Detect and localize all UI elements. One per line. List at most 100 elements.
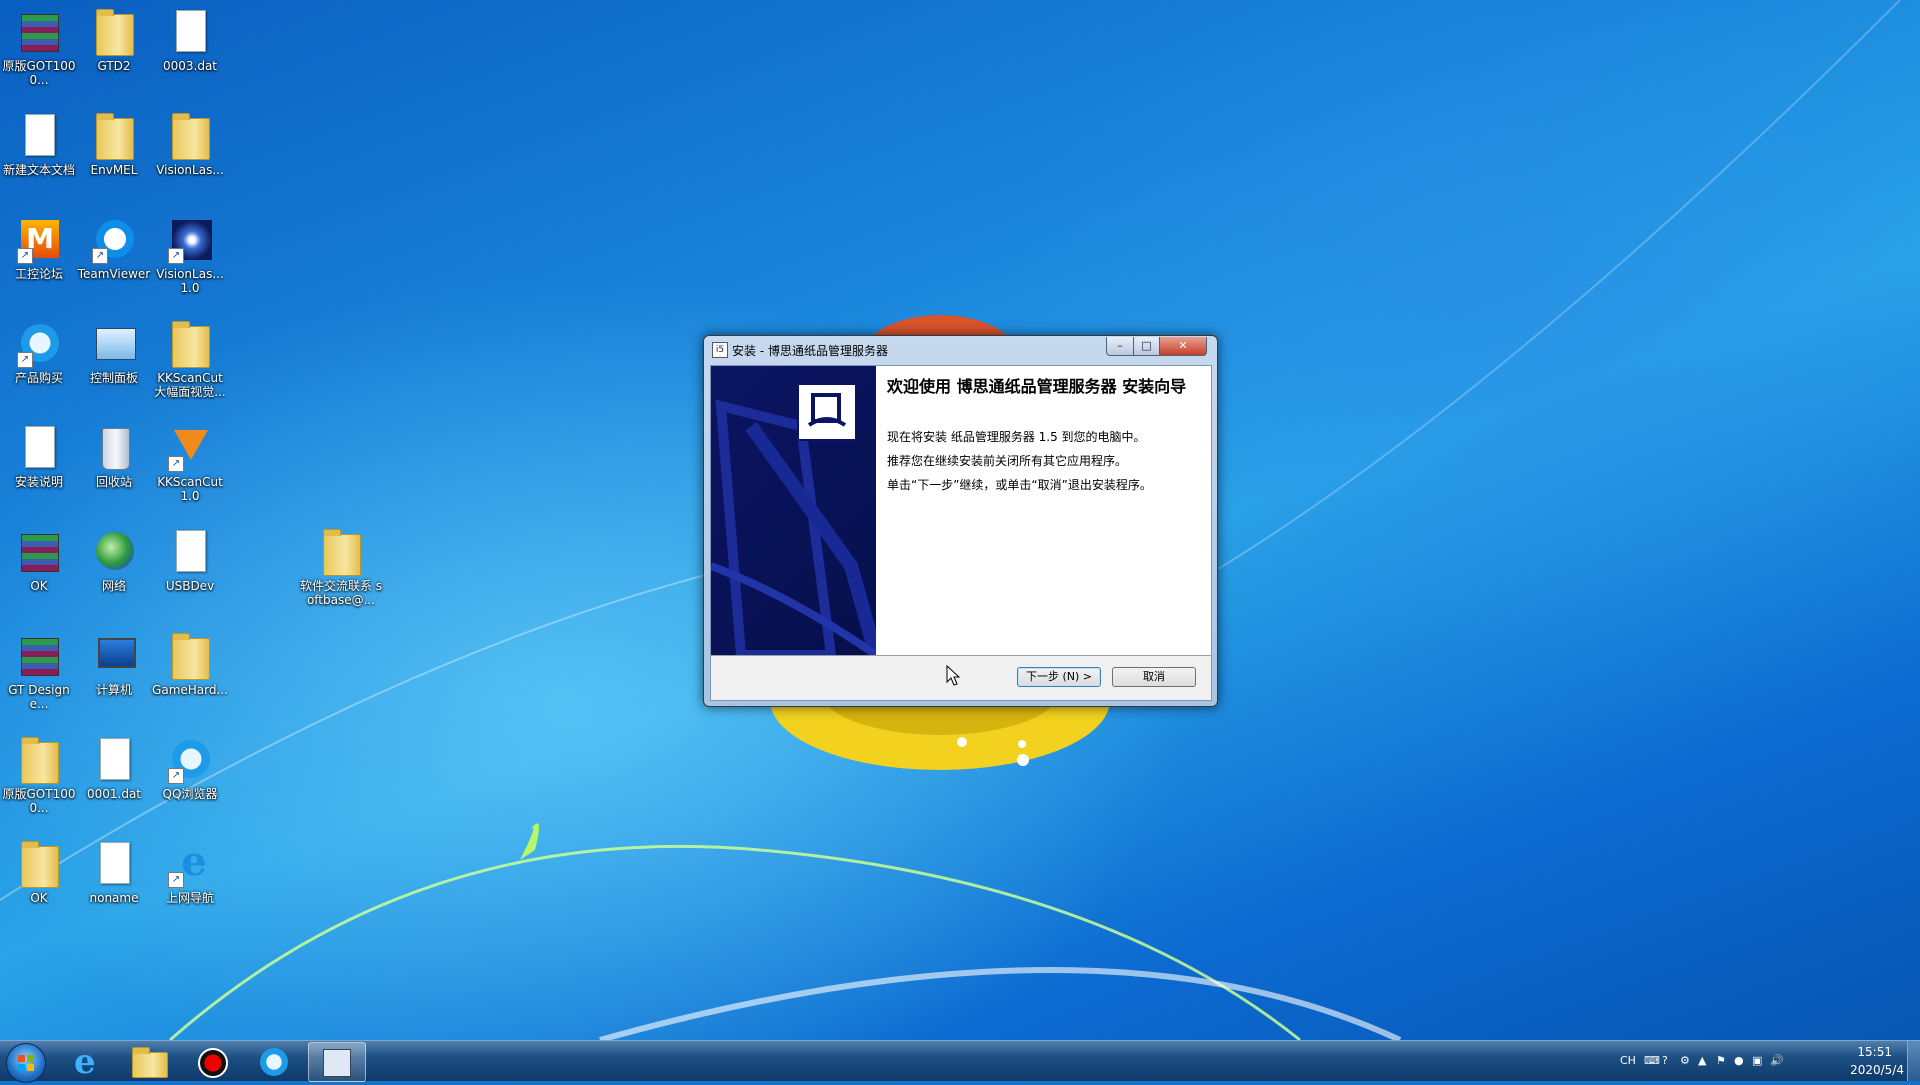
next-or-cancel-hint: 单击“下一步”继续，或单击“取消”退出安装程序。 bbox=[887, 478, 1152, 492]
winrar-archive-icon bbox=[21, 638, 59, 676]
taskbar-setup-wizard[interactable] bbox=[308, 1042, 366, 1082]
desktop-icon-network[interactable]: 网络 bbox=[75, 524, 153, 593]
desktop-icon-got1000-folder[interactable]: 原版GOT1000... bbox=[0, 732, 78, 815]
settings-icon[interactable]: ⚙ bbox=[1680, 1054, 1690, 1068]
desktop-icon-install-notes[interactable]: 安装说明 bbox=[0, 420, 78, 489]
start-button[interactable] bbox=[6, 1043, 46, 1083]
desktop-icon-ok-archive[interactable]: OK bbox=[0, 524, 78, 593]
welcome-panel: 欢迎使用 博思通纸品管理服务器 安装向导 现在将安装 纸品管理服务器 1.5 到… bbox=[876, 366, 1211, 655]
desktop-icon-visionlaser-app[interactable]: ↗ VisionLas... 1.0 bbox=[151, 212, 229, 295]
desktop-icon-purchase[interactable]: ↗ 产品购买 bbox=[0, 316, 78, 385]
desktop-icon-web-navigation[interactable]: e ↗ 上网导航 bbox=[151, 836, 229, 906]
close-button[interactable]: ✕ bbox=[1159, 337, 1207, 356]
install-version-text: 现在将安装 纸品管理服务器 1.5 到您的电脑中。 bbox=[887, 430, 1146, 444]
text-file-icon bbox=[25, 426, 55, 468]
desktop-icon-control-panel[interactable]: 控制面板 bbox=[75, 316, 153, 385]
recycle-bin-icon bbox=[102, 428, 130, 470]
folder-icon bbox=[96, 9, 134, 56]
desktop-icon-qq-browser[interactable]: ↗ QQ浏览器 bbox=[151, 732, 229, 801]
clock-date[interactable]: 2020/5/4 bbox=[1850, 1063, 1904, 1077]
window-title: 安装 - 博思通纸品管理服务器 bbox=[732, 344, 888, 358]
cancel-button[interactable]: 取消 bbox=[1112, 667, 1196, 687]
folder-icon bbox=[132, 1047, 168, 1078]
computer-icon bbox=[98, 638, 136, 668]
help-icon[interactable]: ? bbox=[1662, 1054, 1668, 1068]
file-icon bbox=[176, 530, 206, 572]
qq-browser-icon bbox=[260, 1048, 288, 1076]
windows-logo-icon bbox=[18, 1055, 34, 1071]
volume-icon[interactable]: 🔊 bbox=[1770, 1054, 1784, 1068]
next-button[interactable]: 下一步 (N) > bbox=[1017, 667, 1101, 687]
desktop-icon-kkscancut-folder[interactable]: KKScanCut 大幅面视觉... bbox=[151, 316, 229, 399]
desktop-icon-0003-dat[interactable]: 0003.dat bbox=[151, 4, 229, 73]
file-icon bbox=[100, 738, 130, 780]
shortcut-arrow-icon: ↗ bbox=[168, 768, 184, 784]
desktop-icon-usbdev[interactable]: USBDev bbox=[151, 524, 229, 593]
desktop-icon-recycle-bin[interactable]: 回收站 bbox=[75, 420, 153, 489]
desktop-icon-visionlaser-folder[interactable]: VisionLas... bbox=[151, 108, 229, 177]
winrar-archive-icon bbox=[21, 534, 59, 572]
desktop-icon-noname[interactable]: noname bbox=[75, 836, 153, 905]
show-hidden-icons-icon[interactable]: ▲ bbox=[1698, 1054, 1706, 1068]
network-icon bbox=[96, 532, 134, 570]
desktop-icon-new-text-document[interactable]: 新建文本文档 bbox=[0, 108, 78, 177]
folder-icon bbox=[96, 113, 134, 160]
wizard-client-area: 欢迎使用 博思通纸品管理服务器 安装向导 现在将安装 纸品管理服务器 1.5 到… bbox=[710, 365, 1212, 701]
desktop-icon-ok-folder[interactable]: OK bbox=[0, 836, 78, 905]
shortcut-arrow-icon: ↗ bbox=[168, 872, 184, 888]
shortcut-arrow-icon: ↗ bbox=[17, 352, 33, 368]
desktop-icon-gamehard[interactable]: GameHard... bbox=[151, 628, 229, 697]
ie-icon: e bbox=[74, 1042, 96, 1082]
wizard-banner-image bbox=[711, 366, 876, 655]
taskbar-screen-recorder[interactable] bbox=[184, 1042, 240, 1080]
desktop-icon-envmel[interactable]: EnvMEL bbox=[75, 108, 153, 177]
action-center-flag-icon[interactable]: ⚑ bbox=[1716, 1054, 1726, 1068]
desktop-icon-0001-dat[interactable]: 0001.dat bbox=[75, 732, 153, 801]
title-bar[interactable]: i5 安装 - 博思通纸品管理服务器 – □ ✕ bbox=[704, 336, 1217, 362]
desktop-icon-kkscancut-app[interactable]: ↗ KKScanCut 1.0 bbox=[151, 420, 229, 503]
control-panel-icon bbox=[96, 328, 136, 360]
network-status-icon[interactable]: ▣ bbox=[1752, 1054, 1762, 1068]
recording-indicator-icon[interactable]: ● bbox=[1734, 1054, 1744, 1068]
shortcut-arrow-icon: ↗ bbox=[92, 248, 108, 264]
desktop-icon-forum[interactable]: M ↗ 工控论坛 bbox=[0, 212, 78, 281]
taskbar: e CH ⌨ ? ⚙ ▲ ⚑ ● ▣ 🔊 15:51 2020/5/4 bbox=[0, 1040, 1920, 1083]
folder-icon bbox=[21, 737, 59, 784]
folder-icon bbox=[172, 321, 210, 368]
text-file-icon bbox=[25, 114, 55, 156]
file-icon bbox=[100, 842, 130, 884]
desktop-icon-computer[interactable]: 计算机 bbox=[75, 628, 153, 697]
taskbar-windows-explorer[interactable] bbox=[122, 1042, 178, 1080]
record-icon bbox=[198, 1048, 228, 1078]
desktop-icon-teamviewer[interactable]: ↗ TeamViewer bbox=[75, 212, 153, 281]
shortcut-arrow-icon: ↗ bbox=[168, 456, 184, 472]
language-indicator[interactable]: CH bbox=[1620, 1054, 1636, 1068]
shortcut-arrow-icon: ↗ bbox=[168, 248, 184, 264]
system-tray: CH ⌨ ? ⚙ ▲ ⚑ ● ▣ 🔊 15:51 2020/5/4 bbox=[1620, 1041, 1920, 1081]
installer-icon: i5 bbox=[712, 342, 728, 358]
folder-icon bbox=[323, 529, 361, 576]
shortcut-arrow-icon: ↗ bbox=[17, 248, 33, 264]
desktop-icon-software-contact[interactable]: 软件交流联系 softbase@... bbox=[298, 524, 384, 607]
file-icon bbox=[176, 10, 206, 52]
desktop-icon-gtd2[interactable]: GTD2 bbox=[75, 4, 153, 73]
close-apps-hint: 推荐您在继续安装前关闭所有其它应用程序。 bbox=[887, 454, 1128, 468]
show-desktop-button[interactable] bbox=[1907, 1041, 1920, 1081]
welcome-heading: 欢迎使用 博思通纸品管理服务器 安装向导 bbox=[887, 377, 1187, 396]
taskbar-qq-browser[interactable] bbox=[246, 1042, 302, 1080]
clock-time[interactable]: 15:51 bbox=[1857, 1045, 1892, 1059]
desktop-icon-got1000-archive[interactable]: 原版GOT1000... bbox=[0, 4, 78, 87]
minimize-button[interactable]: – bbox=[1106, 337, 1134, 356]
installer-box-icon bbox=[797, 383, 857, 441]
winrar-archive-icon bbox=[21, 14, 59, 52]
folder-icon bbox=[21, 841, 59, 888]
maximize-button[interactable]: □ bbox=[1133, 337, 1160, 356]
setup-wizard-window[interactable]: i5 安装 - 博思通纸品管理服务器 – □ ✕ 欢迎使用 博思通纸品管理服务器… bbox=[703, 335, 1218, 707]
folder-icon bbox=[172, 633, 210, 680]
taskbar-internet-explorer[interactable]: e bbox=[60, 1042, 116, 1082]
folder-icon bbox=[172, 113, 210, 160]
keyboard-icon[interactable]: ⌨ bbox=[1644, 1054, 1660, 1068]
desktop-icon-gt-designer[interactable]: GT Designe... bbox=[0, 628, 78, 711]
installer-icon bbox=[323, 1049, 351, 1077]
divider bbox=[711, 655, 1211, 656]
